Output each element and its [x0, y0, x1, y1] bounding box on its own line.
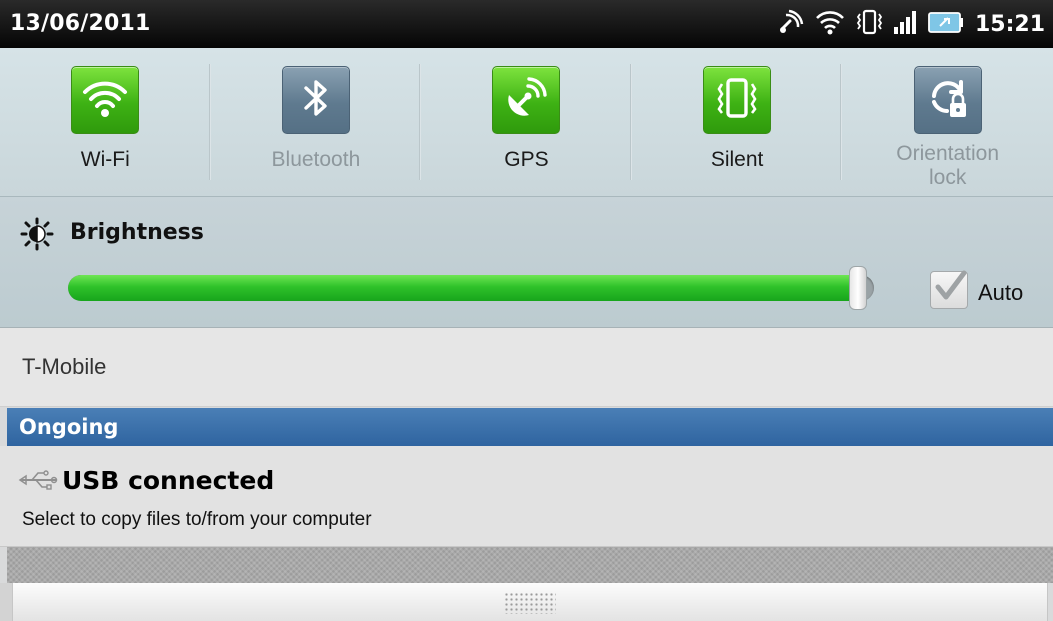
bluetooth-toggle-icon-box	[281, 66, 350, 134]
nfc-icon	[776, 7, 806, 41]
bluetooth-toggle[interactable]: Bluetooth	[211, 48, 422, 196]
bluetooth-toggle-label: Bluetooth	[271, 148, 361, 171]
notification-title: USB connected	[62, 466, 275, 495]
empty-notification-area	[7, 547, 1053, 583]
wifi-toggle-icon-box	[71, 66, 140, 134]
carrier-row	[0, 328, 1053, 407]
vibrate-icon	[854, 7, 884, 41]
wifi-icon	[81, 74, 129, 126]
auto-brightness-label: Auto	[978, 280, 1024, 305]
brightness-icon	[20, 217, 54, 255]
brightness-panel	[0, 197, 1053, 328]
brightness-title: Brightness	[70, 220, 204, 245]
status-time: 15:21	[974, 11, 1045, 37]
gps-toggle-icon-box	[492, 66, 561, 134]
bluetooth-icon	[294, 74, 338, 126]
silent-toggle[interactable]: Silent	[632, 48, 843, 196]
wifi-toggle[interactable]: Wi-Fi	[0, 48, 211, 196]
wifi-icon	[815, 7, 845, 41]
notification-text: Select to copy files to/from your comput…	[22, 509, 372, 530]
brightness-slider-track[interactable]	[68, 275, 874, 301]
gps-toggle-label: GPS	[504, 148, 549, 171]
panel-edge	[0, 583, 12, 621]
status-date: 13/06/2011	[10, 11, 151, 36]
panel-drag-handle[interactable]	[12, 583, 1048, 621]
orientation-lock-toggle[interactable]: Orientation lock	[842, 48, 1053, 196]
orientation-lock-icon	[923, 73, 973, 127]
carrier-name: T-Mobile	[22, 354, 107, 379]
grip-icon	[504, 592, 556, 614]
silent-toggle-icon-box	[703, 66, 772, 134]
gps-toggle[interactable]: GPS	[421, 48, 632, 196]
wifi-toggle-label: Wi-Fi	[80, 148, 130, 171]
orientation-lock-toggle-icon-box	[913, 66, 982, 134]
brightness-slider-fill	[68, 275, 866, 301]
vibrate-icon	[712, 73, 762, 127]
signal-icon	[893, 7, 919, 41]
usb-icon	[18, 470, 58, 494]
status-bar: 13/06/2011 15:21	[0, 0, 1053, 48]
status-icons: 15:21	[776, 0, 1045, 48]
quick-settings-toggles: Wi-Fi Bluetooth GPS Silent Orientation l…	[0, 48, 1053, 197]
orientation-lock-label-line-2: lock	[928, 166, 967, 189]
usb-notification[interactable]	[0, 446, 1053, 547]
ongoing-header: Ongoing	[7, 408, 1053, 446]
auto-brightness-checkbox[interactable]	[930, 270, 968, 309]
silent-toggle-label: Silent	[710, 148, 764, 171]
orientation-lock-label-line-1: Orientation	[896, 142, 1000, 165]
orientation-lock-toggle-label: Orientation lock	[842, 142, 1053, 190]
battery-icon	[928, 7, 964, 41]
gps-icon	[501, 73, 551, 127]
brightness-slider-thumb[interactable]	[848, 266, 867, 310]
ongoing-header-label: Ongoing	[19, 415, 119, 439]
